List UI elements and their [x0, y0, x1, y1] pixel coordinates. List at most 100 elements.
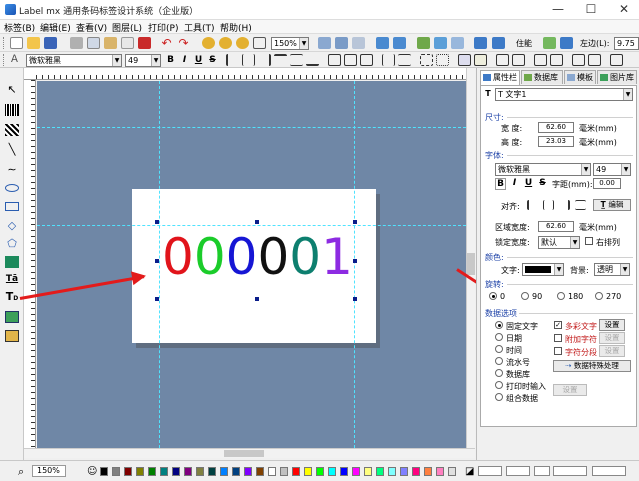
font-size-select[interactable]: 49 ▼	[125, 54, 161, 67]
cut-icon[interactable]	[70, 37, 83, 49]
align-right-edge-icon[interactable]	[258, 54, 271, 66]
actual-size-icon[interactable]	[253, 37, 266, 49]
color-picker-icon[interactable]: ☺	[87, 466, 97, 477]
line-width-select[interactable]	[506, 466, 530, 476]
menu-print[interactable]: 打印(P)	[148, 21, 178, 34]
paste-icon[interactable]	[104, 37, 117, 49]
redo-icon[interactable]: ↷	[177, 37, 190, 49]
same-size-icon[interactable]	[360, 54, 373, 66]
color-swatch[interactable]	[412, 467, 420, 476]
resize-handle[interactable]	[353, 259, 357, 263]
flip-icon[interactable]	[550, 54, 563, 66]
color-swatch[interactable]	[100, 467, 108, 476]
color-swatch[interactable]	[364, 467, 372, 476]
color-swatch[interactable]	[328, 467, 336, 476]
color-swatch[interactable]	[172, 467, 180, 476]
color-swatch[interactable]	[232, 467, 240, 476]
append-set-button[interactable]: 设置	[599, 332, 625, 344]
text-align-right-icon[interactable]	[559, 200, 570, 210]
color-swatch[interactable]	[316, 467, 324, 476]
text-align-left-icon[interactable]	[527, 200, 538, 210]
color-swatch[interactable]	[208, 467, 216, 476]
font-name-select[interactable]: 微软雅黑 ▼	[26, 54, 122, 67]
color-swatch[interactable]	[244, 467, 252, 476]
color-swatch[interactable]	[352, 467, 360, 476]
color-swatch[interactable]	[436, 467, 444, 476]
resize-handle[interactable]	[255, 297, 259, 301]
height-input[interactable]: 23.03	[538, 136, 574, 147]
diamond-icon[interactable]: ◇	[5, 220, 19, 232]
rotate-icon[interactable]	[534, 54, 547, 66]
char-spacing-input[interactable]: 0.00	[593, 178, 621, 189]
design-canvas[interactable]: 000001	[37, 81, 466, 448]
align-top-edge-icon[interactable]	[274, 54, 287, 66]
source-combined-radio[interactable]	[495, 393, 503, 401]
panel-font-select[interactable]: 微软雅黑 ▼	[495, 163, 591, 176]
rotate-90-radio[interactable]	[521, 292, 529, 300]
font-color-icon[interactable]: Ａ	[8, 54, 21, 66]
menu-layer[interactable]: 图层(L)	[112, 21, 142, 34]
text-color-select[interactable]: ▼	[522, 263, 564, 276]
text-tool-icon[interactable]: TD	[5, 291, 19, 303]
menu-help[interactable]: 帮助(H)	[220, 21, 252, 34]
mirror-icon[interactable]	[572, 54, 585, 66]
print-preview-icon[interactable]	[318, 37, 331, 49]
database-field-icon[interactable]	[5, 330, 19, 342]
lock-width-select[interactable]: 默认 ▼	[538, 236, 580, 249]
source-fixed-radio[interactable]	[495, 321, 503, 329]
multicolor-checkbox[interactable]: ✓	[554, 321, 562, 329]
resize-handle[interactable]	[255, 220, 259, 224]
bold-button[interactable]: B	[165, 55, 176, 65]
group-icon[interactable]	[420, 54, 433, 66]
fill-bucket-icon[interactable]: ◪	[465, 466, 474, 477]
new-file-icon[interactable]	[10, 37, 23, 49]
zoom-out-icon[interactable]	[219, 37, 232, 49]
status-zoom[interactable]: 150%	[32, 465, 66, 477]
menu-view[interactable]: 查看(V)	[76, 21, 107, 34]
color-swatch[interactable]	[112, 467, 120, 476]
minimize-button[interactable]: —	[545, 0, 571, 20]
maximize-button[interactable]: ☐	[578, 0, 604, 20]
color-swatch[interactable]	[136, 467, 144, 476]
qrcode-icon[interactable]	[5, 124, 19, 136]
color-swatch[interactable]	[304, 467, 312, 476]
source-date-radio[interactable]	[495, 333, 503, 341]
color-swatch[interactable]	[376, 467, 384, 476]
left-margin-input[interactable]: 9.75	[614, 37, 639, 50]
barcode-icon[interactable]	[5, 104, 19, 116]
color-swatch[interactable]	[424, 467, 432, 476]
undo-icon[interactable]: ↶	[160, 37, 173, 49]
layout-icon[interactable]	[434, 37, 447, 49]
italic-button[interactable]: I	[179, 55, 190, 65]
zoom-in-icon[interactable]	[202, 37, 215, 49]
tab-templates[interactable]: 模板	[564, 70, 596, 84]
menu-edit[interactable]: 编辑(E)	[40, 21, 71, 34]
resize-handle[interactable]	[155, 259, 159, 263]
strike-button[interactable]: S	[207, 55, 218, 65]
dash-style-select[interactable]	[553, 466, 587, 476]
close-button[interactable]: ✕	[611, 0, 637, 20]
polygon-icon[interactable]: ⬠	[5, 238, 19, 250]
grid-icon[interactable]	[451, 37, 464, 49]
printer-setup-icon[interactable]	[352, 37, 365, 49]
distribute-v-icon[interactable]	[398, 54, 411, 66]
tab-database[interactable]: 数据库	[521, 70, 563, 84]
color-swatch[interactable]	[388, 467, 396, 476]
line-style-select[interactable]	[478, 466, 502, 476]
split-char-checkbox[interactable]	[554, 347, 562, 355]
open-folder-icon[interactable]	[27, 37, 40, 49]
source-time-radio[interactable]	[495, 345, 503, 353]
scroll-thumb[interactable]	[224, 450, 264, 457]
menu-tools[interactable]: 工具(T)	[184, 21, 215, 34]
panel-underline-button[interactable]: U	[523, 178, 534, 188]
right-align-checkbox[interactable]	[585, 237, 593, 245]
align-left-edge-icon[interactable]	[226, 54, 239, 66]
area-width-input[interactable]: 62.60	[538, 221, 574, 232]
align-bottom-edge-icon[interactable]	[306, 54, 319, 66]
scroll-thumb[interactable]	[467, 253, 475, 275]
color-swatch[interactable]	[340, 467, 348, 476]
align-left-icon[interactable]	[376, 37, 389, 49]
append-char-checkbox[interactable]	[554, 334, 562, 342]
bring-front-icon[interactable]	[458, 54, 471, 66]
color-swatch[interactable]	[280, 467, 288, 476]
